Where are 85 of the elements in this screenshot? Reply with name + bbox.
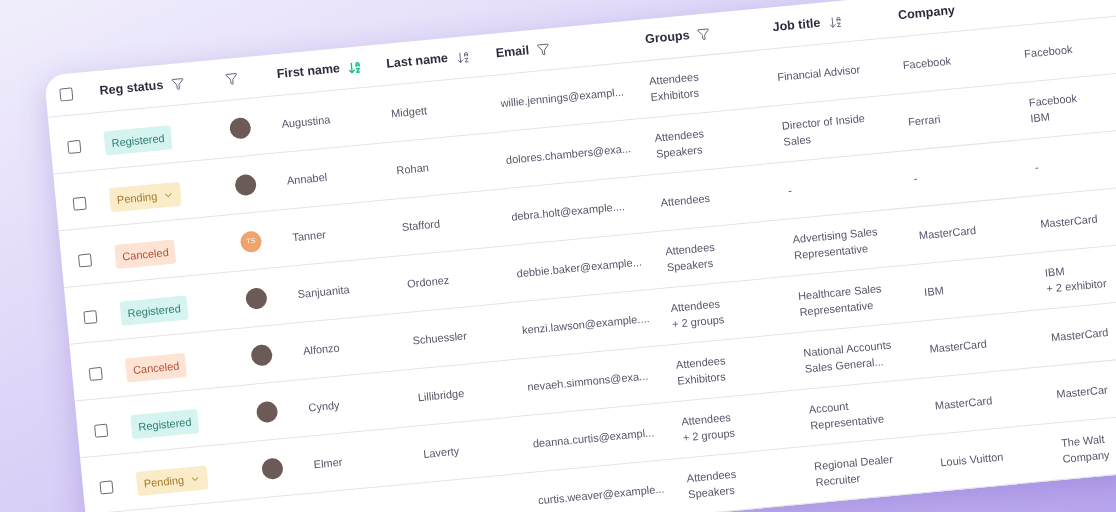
status-badge[interactable]: Pending [108,181,183,213]
table-cell-text: kenzi.lawson@example.... [521,311,651,339]
table-cell-text: Attendees + 2 groups [669,296,726,332]
table-cell-text: IBM [923,283,946,301]
table-cell-text: curtis.weaver@example... [537,481,666,509]
table-cell-text: Attendees + 2 groups [680,409,737,446]
column-header[interactable]: Email [495,41,530,64]
table-cell-text: Sanjuanita [296,282,351,303]
table-cell-text: Laverty [422,443,461,462]
table-cell-text: National Accounts Sales General... [802,337,893,377]
column-header[interactable]: Groups [644,26,691,50]
table-cell-text: Tanner [291,227,328,246]
column-header[interactable]: Last name [385,49,449,74]
checkbox[interactable] [94,423,109,438]
table-cell-text: MasterCard [1050,325,1110,346]
table-cell-text: Louis Vuitton [939,449,1005,471]
table-cell-text: Attendees Exhibitors [648,69,701,105]
table-cell-text: Attendees Speakers [685,466,738,503]
filter-icon[interactable] [224,71,239,86]
table-cell-text: MasterCard [1039,211,1100,232]
avatar-photo [244,286,268,310]
checkbox[interactable] [83,309,98,324]
table-cell-text: Ordonez [406,272,451,292]
sort-icon[interactable] [455,49,471,65]
avatar-photo [250,343,274,367]
checkbox[interactable] [67,139,82,154]
table-cell-text: Director of Inside Sales [781,110,867,150]
checkbox[interactable] [72,196,87,211]
table-cell-text: Ferrari [907,111,942,130]
checkbox[interactable] [77,252,93,268]
avatar-photo [234,173,258,196]
table-cell-text: MasterCar [1055,382,1110,403]
table-cell-text: - [1034,159,1041,176]
table-cell-text: Facebook IBM [1028,90,1079,127]
table-cell-text: - [787,183,794,199]
status-badge: Registered [119,295,189,327]
table-cell-text: Augustina [280,112,332,132]
column-header[interactable]: Company [897,1,956,26]
table-cell-text: Stafford [401,216,442,235]
checkbox[interactable] [99,479,114,495]
table-cell-text: Advertising Sales Representative [791,224,879,264]
status-badge: Registered [103,125,173,156]
status-badge: Registered [130,408,200,440]
table-cell-text: Attendees [659,190,712,211]
table-cell-text: Midgett [390,103,429,122]
column-header[interactable]: Job title [771,13,822,38]
checkbox[interactable] [59,87,74,102]
table-cell-text: debra.holt@example.... [510,198,627,225]
table-cell-text: MasterCard [934,393,994,414]
table-cell-text: Cyndy [307,397,341,416]
table-cell-text: Regional Dealer Recruiter [813,451,895,491]
table-cell-text: Attendees Speakers [664,239,717,276]
table-cell-text: MasterCard [918,223,978,244]
filter-icon[interactable] [696,27,712,42]
table-cell-text: Facebook [902,53,953,74]
sort-icon[interactable] [827,14,843,30]
avatar-photo [261,456,284,480]
avatar-photo [255,400,279,423]
column-header[interactable]: First name [276,59,341,84]
table-cell-text: MasterCard [928,336,989,357]
filter-icon[interactable] [170,76,185,92]
table-cell-text: - [912,171,919,187]
table-cell-text: Facebook [1023,42,1074,62]
filter-icon[interactable] [536,42,551,57]
table-cell-text: Rohan [395,160,431,179]
table-cell-text: Alfonzo [302,340,342,359]
table-cell-text: Attendees Speakers [653,126,706,162]
column-header[interactable]: Reg status [98,76,165,101]
table-cell-text: dolores.chambers@exa... [505,141,633,168]
table-cell-text: Attendees Exhibitors [675,353,728,389]
table-cell-text: Elmer [313,454,344,473]
status-badge: Canceled [124,352,188,383]
table-cell-text: Schuessler [411,328,469,349]
checkbox[interactable] [88,366,103,381]
table-cell-text: Financial Advisor [776,62,862,85]
table-cell-text: nevaeh.simmons@exa... [526,368,650,395]
table-cell-text: Healthcare Sales Representative [797,281,884,320]
table-cell-text: IBM + 2 exhibitor [1044,263,1108,297]
table-cell-text: Annabel [286,169,329,189]
table-cell-text: The Walt Company [1060,431,1111,467]
sort-icon[interactable] [347,59,363,75]
status-badge: Canceled [114,239,177,270]
table-cell-text: Lillibridge [417,385,466,406]
avatar-photo [228,116,252,140]
table-cell-text: Account Representative [808,398,886,434]
